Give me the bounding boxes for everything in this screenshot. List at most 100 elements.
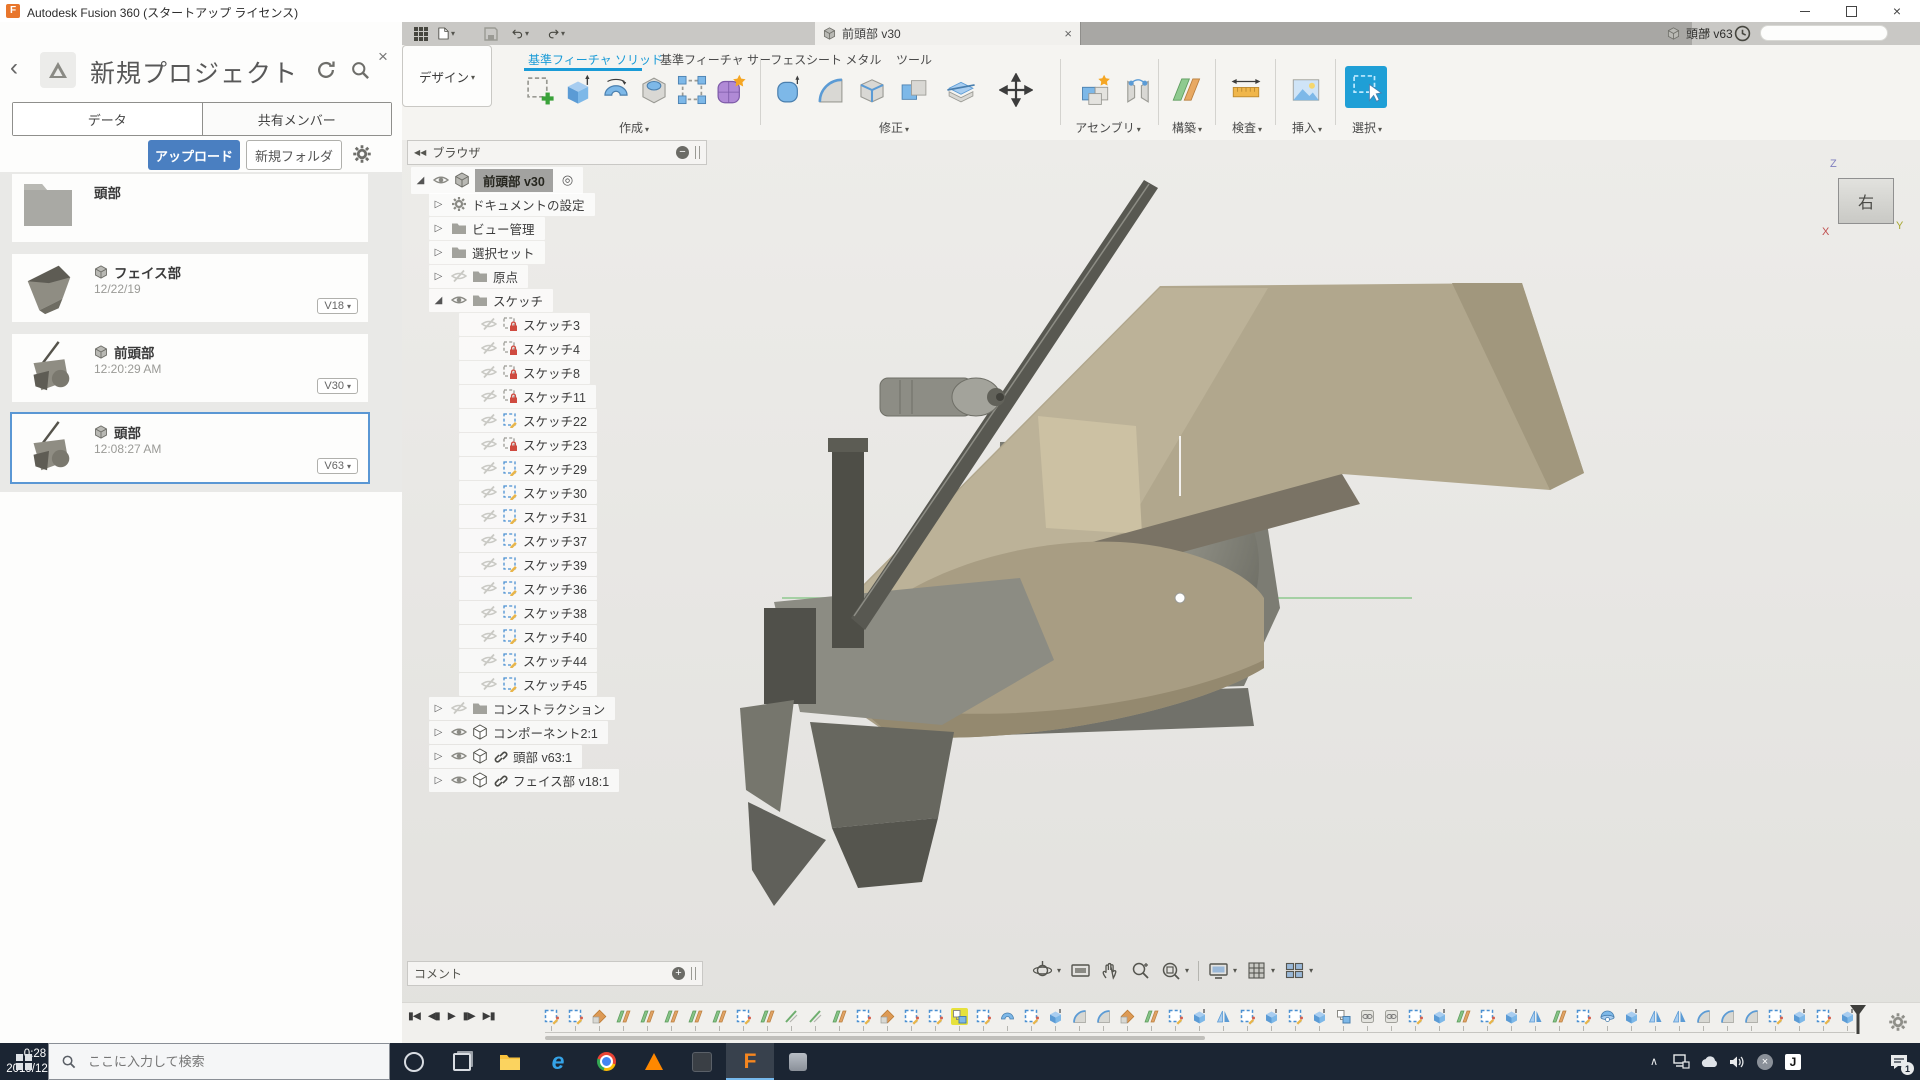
design-item[interactable]: 前頭部12:20:29 AMV30▾ [12,334,368,402]
expand-icon[interactable]: ▷ [431,727,446,738]
timeline-feature-extrude[interactable] [1791,1008,1808,1025]
timeline-feature-doc[interactable] [879,1008,896,1025]
design-item[interactable]: 頭部12:08:27 AMV63▾ [12,414,368,482]
visibility-eye-icon[interactable] [481,676,497,692]
panel-close-icon[interactable]: × [378,47,388,67]
create-form-button[interactable] [712,70,748,110]
browser-row[interactable]: ▷フェイス部 v18:1 [407,768,737,792]
split-body-button[interactable] [943,70,979,110]
pattern-button[interactable] [674,70,710,110]
timeline-feature-fillet[interactable] [1071,1008,1088,1025]
timeline-feature-plane[interactable] [615,1008,632,1025]
browser-row[interactable]: スケッチ22 [407,408,737,432]
move-button[interactable] [998,70,1034,110]
display-settings-icon[interactable] [1208,960,1237,981]
timeline-feature-plane[interactable] [759,1008,776,1025]
hole-button[interactable] [636,70,672,110]
model-viewport[interactable]: Z 右 X Y ◀◀ ブラウザ − ◢前頭部 v30◎▷ドキュメントの設定▷ビュ… [402,140,1920,1043]
expand-icon[interactable]: ▷ [431,775,446,786]
version-badge[interactable]: V63▾ [317,458,358,474]
expand-icon[interactable]: ▷ [431,703,446,714]
tab-data[interactable]: データ [13,103,202,135]
browser-row[interactable]: スケッチ44 [407,648,737,672]
timeline-feature-plane[interactable] [663,1008,680,1025]
document-tab-inactive[interactable]: 頭部 v63 × [1080,22,1692,45]
timeline-feature-axis[interactable] [807,1008,824,1025]
status-x-icon[interactable]: × [1751,1043,1779,1080]
timeline-feature-sketch[interactable] [903,1008,920,1025]
visibility-eye-icon[interactable] [481,556,497,572]
timeline-feature-doc[interactable] [1119,1008,1136,1025]
browser-row[interactable]: スケッチ40 [407,624,737,648]
group-label-construct[interactable]: 構築 [1172,119,1202,136]
timeline-feature-sketch[interactable] [1815,1008,1832,1025]
tab-shared-members[interactable]: 共有メンバー [202,103,392,135]
account-pill[interactable] [1760,25,1888,41]
visibility-eye-icon[interactable] [481,436,497,452]
timeline-feature-sketch[interactable] [1479,1008,1496,1025]
browser-row[interactable]: ▷頭部 v63:1 [407,744,737,768]
version-badge[interactable]: V18▾ [317,298,358,314]
upload-button[interactable]: アップロード [148,140,240,170]
expand-icon[interactable]: ▷ [431,199,446,210]
combine-button[interactable] [896,70,932,110]
minimize-button[interactable] [1782,0,1828,22]
fillet-button[interactable] [812,70,848,110]
timeline-settings-gear-icon[interactable] [1888,1012,1908,1032]
expand-icon[interactable]: ▷ [431,247,446,258]
ribbon-tab-solid[interactable]: 基準フィーチャ ソリッド [528,51,663,68]
visibility-eye-icon[interactable] [451,748,467,764]
select-button[interactable] [1345,66,1387,108]
onedrive-cloud-icon[interactable] [1695,1043,1723,1080]
browser-panel-header[interactable]: ◀◀ ブラウザ − [407,140,707,165]
revolve-button[interactable] [598,70,634,110]
collapse-icon[interactable]: ◢ [413,175,428,186]
notification-center-icon[interactable]: 1 [1878,1043,1920,1080]
group-label-create[interactable]: 作成 [619,119,649,136]
timeline-feature-plane[interactable] [1455,1008,1472,1025]
viewcube[interactable]: 右 [1838,178,1894,224]
chrome-browser-icon[interactable] [582,1043,630,1080]
press-pull-button[interactable] [770,70,806,110]
browser-row[interactable]: スケッチ23 [407,432,737,456]
browser-row[interactable]: スケッチ31 [407,504,737,528]
timeline-feature-component-selected[interactable] [951,1008,968,1025]
workspace-selector[interactable]: デザイン [402,45,492,107]
group-label-assemble[interactable]: アセンブリ [1075,119,1140,136]
timeline-feature-sketch[interactable] [567,1008,584,1025]
timeline-feature-fillet[interactable] [1719,1008,1736,1025]
timeline-feature-plane[interactable] [1551,1008,1568,1025]
visibility-eye-icon[interactable] [481,580,497,596]
browser-row[interactable]: スケッチ39 [407,552,737,576]
timeline-feature-fillet[interactable] [1095,1008,1112,1025]
timeline-feature-extrude[interactable] [1311,1008,1328,1025]
timeline-feature-project[interactable] [1383,1008,1400,1025]
visibility-eye-icon[interactable] [481,604,497,620]
timeline-feature-revolve[interactable] [999,1008,1016,1025]
taskbar-search[interactable] [48,1043,390,1080]
visibility-eye-icon[interactable] [451,292,467,308]
timeline-feature-plane[interactable] [639,1008,656,1025]
timeline-feature-mirror[interactable] [1647,1008,1664,1025]
timeline-feature-project[interactable] [1359,1008,1376,1025]
ribbon-tab-surface[interactable]: 基準フィーチャ サーフェス [660,51,806,68]
maximize-button[interactable] [1828,0,1874,22]
fit-view-icon[interactable] [1160,960,1189,981]
start-button[interactable] [0,1043,48,1080]
orbit-icon[interactable] [1032,960,1061,981]
timeline-scrollbar[interactable] [545,1036,1205,1040]
fusion-360-taskbar-icon[interactable]: F [726,1043,774,1080]
ribbon-tab-tools[interactable]: ツール [896,51,932,68]
browser-row[interactable]: スケッチ38 [407,600,737,624]
document-tab-active[interactable]: 前頭部 v30 × [815,22,1080,45]
step-back-button[interactable]: ◀▮ [428,1010,440,1022]
create-sketch-button[interactable] [522,70,558,110]
timeline-feature-sketch[interactable] [1167,1008,1184,1025]
timeline-feature-extrude[interactable] [1047,1008,1064,1025]
group-label-inspect[interactable]: 検査 [1232,119,1262,136]
visibility-eye-icon[interactable] [451,268,467,284]
visibility-eye-icon[interactable] [451,700,467,716]
browser-row[interactable]: スケッチ8 [407,360,737,384]
timeline-feature-plane[interactable] [1143,1008,1160,1025]
step-forward-button[interactable]: ▮▶ [463,1010,475,1022]
